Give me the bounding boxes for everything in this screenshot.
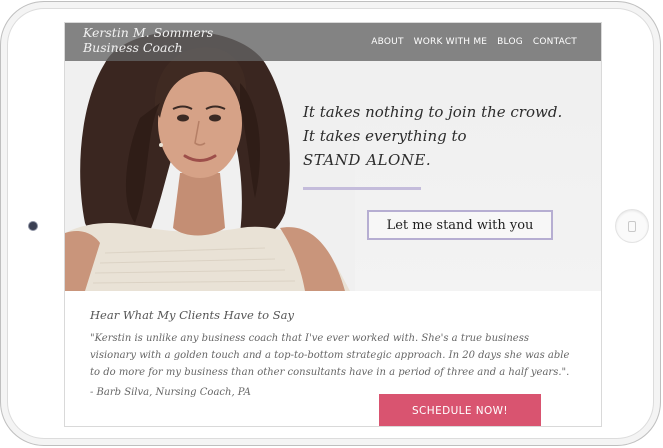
stand-with-you-button[interactable]: Let me stand with you [367,210,553,240]
home-button[interactable] [616,210,648,242]
testimonial-line-3: to do more for my business than other co… [90,367,570,378]
nav-item-blog[interactable]: BLOG [497,37,523,47]
testimonial-heading: Hear What My Clients Have to Say [90,308,294,322]
hero-section: Kerstin M. Sommers Business Coach ABOUT … [65,23,601,291]
quote-line-1: It takes nothing to join the crowd. [303,103,563,121]
nav-item-contact[interactable]: CONTACT [533,37,577,47]
brand-tagline: Business Coach [83,40,183,55]
quote-line-2: It takes everything to [303,127,467,145]
hero-quote: It takes nothing to join the crowd. It t… [303,100,593,172]
testimonial-text: "Kerstin is unlike any business coach th… [90,330,590,381]
tablet-frame: Kerstin M. Sommers Business Coach ABOUT … [0,1,661,446]
testimonial-line-2: visionary with a golden touch and a top-… [90,350,570,361]
quote-line-3: STAND ALONE. [303,151,432,169]
quote-divider [303,187,421,190]
website-screen: Kerstin M. Sommers Business Coach ABOUT … [64,22,602,427]
nav-item-about[interactable]: ABOUT [371,37,403,47]
brand-name: Kerstin M. Sommers [83,25,214,40]
testimonial-line-1: "Kerstin is unlike any business coach th… [90,333,529,344]
nav-item-work-with-me[interactable]: WORK WITH ME [414,37,488,47]
main-nav: ABOUT WORK WITH ME BLOG CONTACT [371,37,577,47]
testimonial-author: - Barb Silva, Nursing Coach, PA [90,387,251,398]
camera-icon [29,222,37,230]
top-nav-bar: Kerstin M. Sommers Business Coach ABOUT … [65,23,601,61]
site-brand[interactable]: Kerstin M. Sommers Business Coach [83,25,213,55]
schedule-now-button[interactable]: SCHEDULE NOW! [379,394,541,426]
